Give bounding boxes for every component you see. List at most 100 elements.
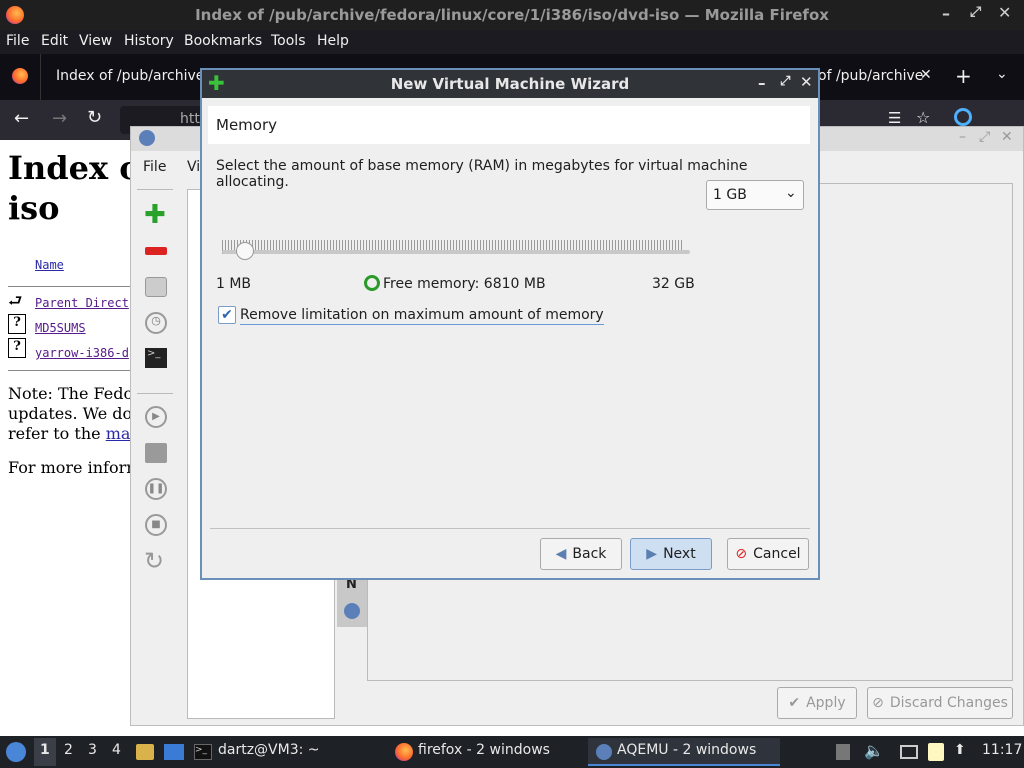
start-menu-icon[interactable] xyxy=(6,742,26,762)
maximize-icon[interactable]: ⤢ xyxy=(780,74,790,89)
aqemu-logo-icon xyxy=(344,603,360,619)
note-link[interactable]: ma xyxy=(106,424,131,443)
window-title: Index of /pub/archive/fedora/linux/core/… xyxy=(195,6,829,24)
menu-edit[interactable]: Edit xyxy=(41,33,68,49)
bookmark-star-icon[interactable]: ☆ xyxy=(916,108,930,127)
apply-button[interactable]: ✔ Apply xyxy=(777,687,857,719)
workspace-4[interactable]: 4 xyxy=(112,742,121,758)
aqemu-icon xyxy=(596,744,612,760)
refresh-icon[interactable] xyxy=(364,275,380,291)
heading-line-2: iso xyxy=(8,189,60,227)
firefox-menubar: File Edit View History Bookmarks Tools H… xyxy=(0,30,1024,54)
menu-view[interactable]: View xyxy=(79,33,112,49)
menu-help[interactable]: Help xyxy=(317,33,349,49)
unknown-file-icon: ? xyxy=(8,338,26,358)
cancel-circle-icon: ⊘ xyxy=(872,695,884,711)
column-name-link[interactable]: Name xyxy=(35,258,64,272)
task-aqemu[interactable]: AQEMU - 2 windows xyxy=(617,742,756,758)
dialog-title: New Virtual Machine Wizard xyxy=(390,75,630,93)
tab-2[interactable]: of /pub/archive ✕ xyxy=(818,54,943,100)
stop-icon[interactable]: ■ xyxy=(145,514,167,536)
cancel-button[interactable]: ⊘ Cancel xyxy=(727,538,809,570)
tab-2-label: of /pub/archive xyxy=(818,68,924,84)
remove-vm-icon[interactable] xyxy=(145,247,167,255)
new-tab-icon[interactable]: + xyxy=(955,64,972,88)
reset-icon[interactable]: ↻ xyxy=(144,547,164,575)
close-icon[interactable]: ✕ xyxy=(1001,129,1013,145)
back-button[interactable]: ◀ Back xyxy=(540,538,622,570)
memory-size-select[interactable]: 1 GB ⌄ xyxy=(706,180,804,210)
next-arrow-icon: ▶ xyxy=(646,546,658,562)
memory-slider[interactable] xyxy=(222,240,690,264)
slider-handle[interactable] xyxy=(236,242,255,260)
discard-label: Discard Changes xyxy=(889,695,1008,711)
side-tab[interactable]: N xyxy=(337,573,367,627)
note-paragraph: Note: The Fedo updates. We do refer to t… xyxy=(8,384,133,444)
account-icon[interactable] xyxy=(954,108,972,126)
back-label: Back xyxy=(572,546,607,562)
more-info-text: For more inforr xyxy=(8,458,134,477)
back-arrow-icon[interactable]: ← xyxy=(14,108,29,129)
terminal-icon: >_ xyxy=(194,744,212,760)
divider xyxy=(8,370,130,371)
discard-changes-button[interactable]: ⊘ Discard Changes xyxy=(867,687,1013,719)
file-manager-icon[interactable] xyxy=(136,744,154,760)
reader-icon[interactable]: ☰ xyxy=(888,109,901,127)
remove-limit-checkbox[interactable]: ✔ xyxy=(218,306,236,324)
next-button[interactable]: ▶ Next xyxy=(630,538,712,570)
network-icon[interactable] xyxy=(900,745,918,759)
next-label: Next xyxy=(663,546,696,562)
terminal-icon[interactable]: >_ xyxy=(145,348,167,368)
button-separator xyxy=(210,528,810,529)
md5sums-link[interactable]: MD5SUMS xyxy=(35,321,86,335)
clipboard-icon[interactable] xyxy=(836,744,850,760)
note-line: refer to the ma xyxy=(8,424,133,444)
remove-limit-label[interactable]: Remove limitation on maximum amount of m… xyxy=(240,307,604,325)
workspace-1[interactable]: 1 xyxy=(40,742,50,758)
minimize-icon[interactable]: – xyxy=(942,4,950,23)
aqemu-menu-view[interactable]: Vi xyxy=(187,159,200,175)
tab-1[interactable]: Index of /pub/archive xyxy=(40,54,208,100)
hdd-icon[interactable] xyxy=(145,277,167,297)
reload-icon[interactable]: ↻ xyxy=(87,107,102,128)
menu-tools[interactable]: Tools xyxy=(271,33,306,49)
tab-1-label: Index of /pub/archive xyxy=(56,68,205,84)
workspace-2[interactable]: 2 xyxy=(64,742,73,758)
desktop-icon[interactable] xyxy=(164,744,184,760)
menu-bookmarks[interactable]: Bookmarks xyxy=(184,33,262,49)
pause-icon[interactable]: ❚❚ xyxy=(145,478,167,500)
minimize-icon[interactable]: – xyxy=(959,129,966,145)
back-folder-icon: ⮐ xyxy=(8,291,23,310)
minimize-icon[interactable]: – xyxy=(758,74,766,92)
close-icon[interactable]: ✕ xyxy=(998,3,1011,22)
workspace-3[interactable]: 3 xyxy=(88,742,97,758)
menu-file[interactable]: File xyxy=(6,33,29,49)
maximize-icon[interactable]: ⤢ xyxy=(979,129,990,145)
parent-directory-link[interactable]: Parent Direct xyxy=(35,296,129,310)
maximize-icon[interactable]: ⤢ xyxy=(970,4,981,20)
forward-arrow-icon[interactable]: → xyxy=(52,108,67,129)
aqemu-menu-file[interactable]: File xyxy=(143,159,166,175)
save-icon[interactable] xyxy=(145,443,167,463)
slider-max-label: 32 GB xyxy=(652,276,695,292)
notes-icon[interactable] xyxy=(928,743,944,761)
add-vm-icon[interactable]: ✚ xyxy=(144,202,166,228)
task-firefox[interactable]: firefox - 2 windows xyxy=(418,742,550,758)
section-title: Memory xyxy=(216,116,278,134)
task-terminal[interactable]: dartz@VM3: ~ xyxy=(218,742,320,758)
unknown-file-icon: ? xyxy=(8,314,26,334)
play-icon[interactable]: ▶ xyxy=(145,406,167,428)
volume-icon[interactable]: 🔈 xyxy=(864,741,884,760)
menu-history[interactable]: History xyxy=(124,33,174,49)
clock-icon[interactable]: ◷ xyxy=(145,312,167,334)
tab-close-icon[interactable]: ✕ xyxy=(920,67,932,83)
slider-track xyxy=(222,250,690,254)
chevron-down-icon[interactable]: ⌄ xyxy=(996,66,1008,82)
dialog-titlebar: ✚ New Virtual Machine Wizard – ⤢ ✕ xyxy=(202,70,818,98)
note-line: Note: The Fedo xyxy=(8,384,134,403)
update-icon[interactable]: ⬆ xyxy=(954,742,966,758)
cancel-circle-icon: ⊘ xyxy=(735,546,748,562)
close-icon[interactable]: ✕ xyxy=(800,73,813,91)
firefox-view-icon[interactable] xyxy=(12,68,28,84)
yarrow-iso-link[interactable]: yarrow-i386-d xyxy=(35,346,129,360)
